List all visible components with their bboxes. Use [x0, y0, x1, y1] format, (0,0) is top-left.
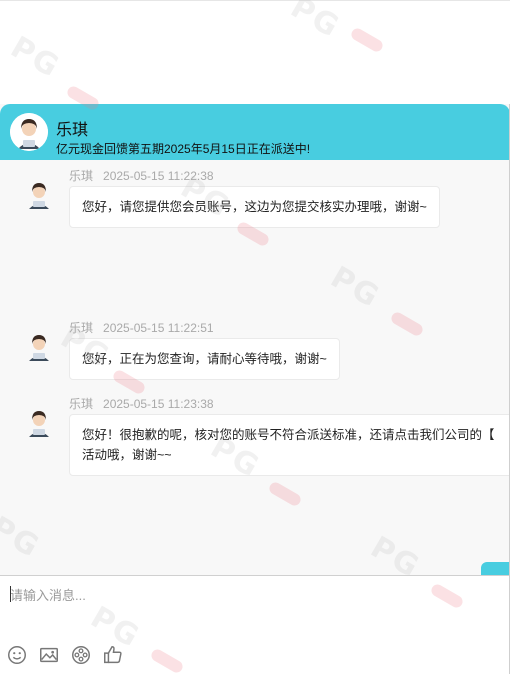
chat-window: 乐琪 亿元现金回馈第五期2025年5月15日正在派送中! 乐琪 2025-05-1… — [0, 104, 510, 674]
promo-notice: 亿元现金回馈第五期2025年5月15日正在派送中! — [56, 142, 311, 156]
agent-avatar-icon — [29, 411, 49, 437]
message-sender: 乐琪 — [69, 397, 94, 411]
image-button[interactable] — [36, 642, 62, 668]
message-meta: 乐琪 2025-05-15 11:22:38 — [69, 167, 214, 184]
agent-avatar-icon — [29, 183, 49, 209]
message-time: 2025-05-15 11:22:38 — [103, 169, 214, 183]
video-button[interactable] — [68, 642, 94, 668]
message-text-line: 活动哦，谢谢~~ — [82, 448, 172, 462]
message-time: 2025-05-15 11:22:51 — [103, 321, 214, 335]
message-meta: 乐琪 2025-05-15 11:23:38 — [69, 395, 214, 412]
message-text-line: 您好！很抱歉的呢，核对您的账号不符合派送标准，还请点击我们公司的【 — [82, 428, 495, 442]
message-meta: 乐琪 2025-05-15 11:22:51 — [69, 319, 214, 336]
agent-avatar-icon — [10, 113, 48, 151]
message-time: 2025-05-15 11:23:38 — [103, 397, 214, 411]
agent-avatar-icon — [29, 335, 49, 361]
chat-header: 乐琪 亿元现金回馈第五期2025年5月15日正在派送中! — [0, 104, 509, 160]
text-caret — [10, 586, 11, 602]
message-bubble: 您好，正在为您查询，请耐心等待哦，谢谢~ — [69, 338, 340, 380]
message-bubble: 您好，请您提供您会员账号，这边为您提交核实办理哦，谢谢~ — [69, 186, 440, 228]
agent-avatar — [10, 113, 48, 151]
message-input[interactable] — [0, 576, 505, 614]
thumbs-up-icon — [104, 646, 122, 664]
like-button[interactable] — [100, 642, 126, 668]
film-reel-icon — [72, 646, 90, 664]
message-bubble: 您好！很抱歉的呢，核对您的账号不符合派送标准，还请点击我们公司的【 活动哦，谢谢… — [69, 414, 509, 476]
input-toolbar — [4, 642, 126, 668]
input-area — [0, 575, 509, 674]
message-sender: 乐琪 — [69, 169, 94, 183]
agent-name: 乐琪 — [56, 122, 89, 139]
message-sender: 乐琪 — [69, 321, 94, 335]
message-list[interactable]: 乐琪 2025-05-15 11:22:38 您好，请您提供您会员账号，这边为您提… — [0, 160, 509, 612]
image-icon — [40, 647, 58, 663]
emoji-icon — [8, 646, 26, 664]
emoji-button[interactable] — [4, 642, 30, 668]
page-top-area — [0, 0, 510, 104]
